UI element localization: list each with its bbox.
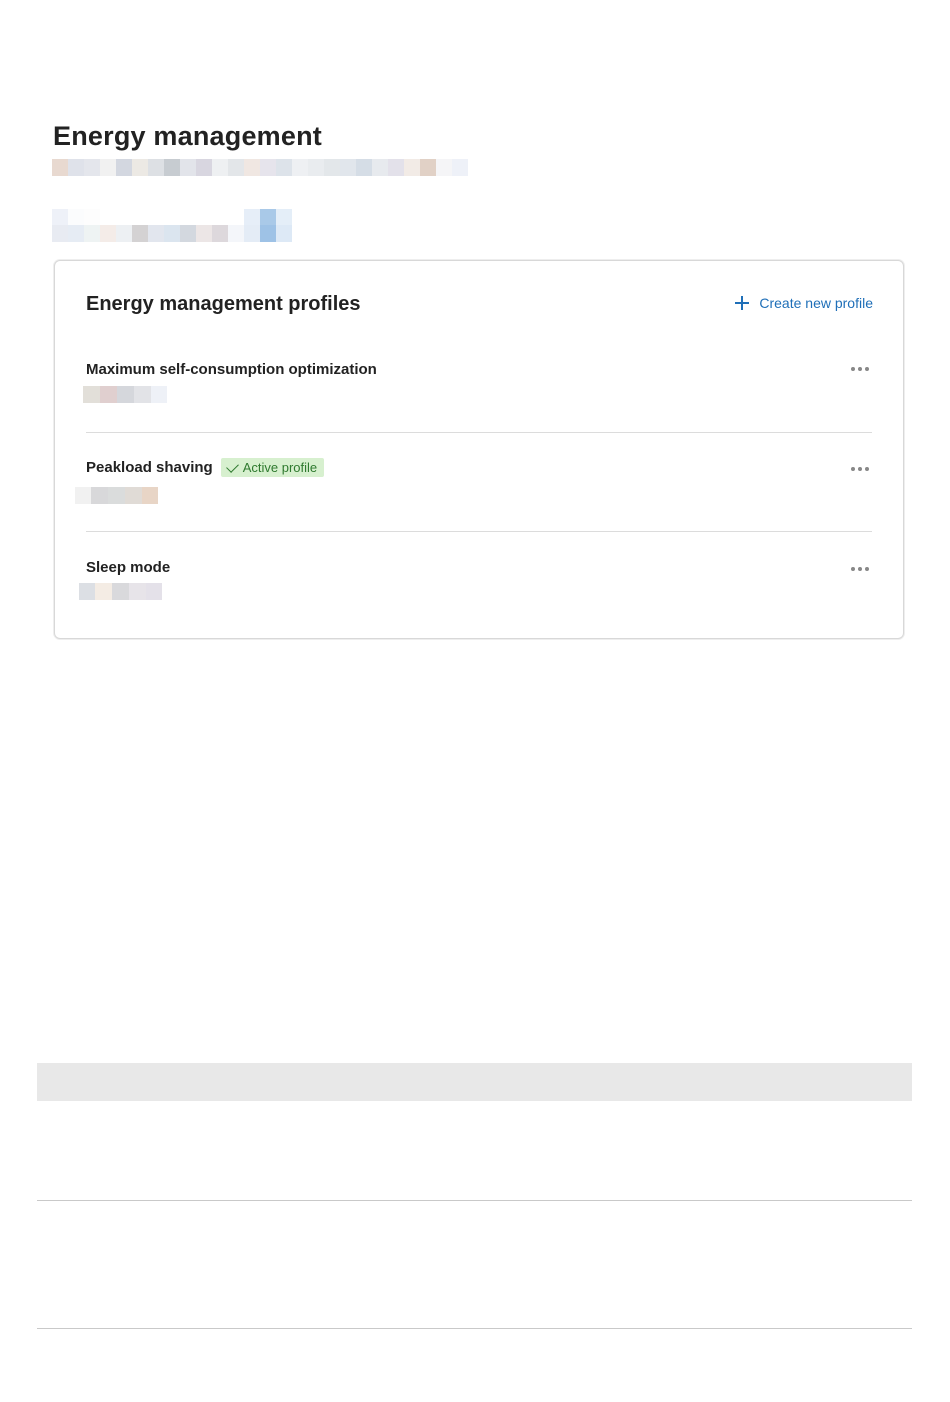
- more-options-button[interactable]: [851, 464, 869, 474]
- profile-item[interactable]: Maximum self-consumption optimization: [83, 334, 872, 432]
- profile-name-row: Peakload shaving Active profile: [86, 458, 325, 477]
- more-icon-dot: [858, 567, 862, 571]
- plus-icon: [735, 296, 750, 310]
- create-new-profile-label: Create new profile: [759, 295, 873, 311]
- redacted-profile-detail: [83, 386, 167, 403]
- create-new-profile-button[interactable]: Create new profile: [735, 295, 873, 311]
- profile-name: Peakload shaving: [86, 459, 213, 476]
- footer-placeholder-bar: [37, 1063, 912, 1101]
- more-icon: [851, 567, 855, 571]
- profile-name-row: Sleep mode: [86, 559, 170, 576]
- more-icon-dot: [858, 467, 862, 471]
- more-icon: [851, 467, 855, 471]
- redacted-subtitle: [52, 159, 468, 176]
- more-options-button[interactable]: [851, 364, 869, 374]
- more-icon-dot: [858, 367, 862, 371]
- more-icon-dot: [865, 467, 869, 471]
- card-title: Energy management profiles: [86, 293, 361, 315]
- redacted-link: [52, 209, 302, 242]
- profile-name: Sleep mode: [86, 559, 171, 576]
- profile-name: Maximum self-consumption optimization: [86, 361, 377, 378]
- divider: [37, 1200, 912, 1201]
- check-icon: [225, 459, 239, 473]
- profile-item[interactable]: Peakload shaving Active profile: [75, 432, 872, 531]
- more-icon-dot: [865, 567, 869, 571]
- divider: [37, 1328, 912, 1329]
- profile-name-row: Maximum self-consumption optimization: [86, 361, 377, 378]
- more-options-button[interactable]: [851, 564, 869, 574]
- page: Energy management Energy management prof…: [0, 0, 950, 1402]
- profiles-card: Energy management profiles Create new pr…: [54, 260, 904, 639]
- active-profile-label: Active profile: [242, 460, 318, 475]
- more-icon-dot: [865, 367, 869, 371]
- profile-item[interactable]: Sleep mode: [79, 531, 872, 630]
- redacted-profile-detail: [75, 487, 158, 504]
- more-icon: [851, 367, 855, 371]
- page-title: Energy management: [53, 121, 322, 151]
- active-profile-badge: Active profile: [220, 458, 325, 477]
- redacted-profile-detail: [79, 583, 162, 600]
